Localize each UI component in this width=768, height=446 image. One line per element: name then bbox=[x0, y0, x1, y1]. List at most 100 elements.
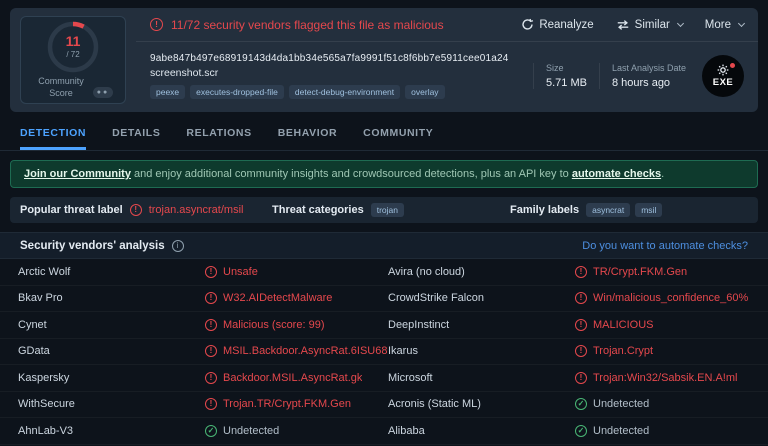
vendor-name: DeepInstinct bbox=[388, 319, 575, 331]
popular-threat-label-value[interactable]: trojan.asyncrat/msil bbox=[149, 204, 244, 216]
family-label-tags: asyncrat msil bbox=[586, 203, 662, 217]
file-tags: peexe executes-dropped-file detect-debug-e… bbox=[150, 85, 521, 99]
vendor-name: GData bbox=[18, 345, 205, 357]
detection-result-text: Unsafe bbox=[223, 266, 258, 278]
detection-result: ✓Undetected bbox=[575, 425, 750, 437]
file-type-label: EXE bbox=[713, 77, 734, 88]
check-icon: ✓ bbox=[575, 398, 587, 410]
file-tag-detect-debug-environment[interactable]: detect-debug-environment bbox=[289, 85, 400, 99]
check-icon: ✓ bbox=[205, 425, 217, 437]
gear-icon bbox=[717, 64, 729, 76]
detection-result-text: Backdoor.MSIL.AsyncRat.gk bbox=[223, 372, 362, 384]
vendor-table: Arctic Wolf!UnsafeAvira (no cloud)!TR/Cr… bbox=[0, 259, 768, 445]
table-row: AhnLab-V3✓UndetectedAlibaba✓Undetected bbox=[0, 418, 768, 445]
category-tag-trojan[interactable]: trojan bbox=[371, 203, 404, 217]
vendor-name: Kaspersky bbox=[18, 372, 205, 384]
detection-result-text: W32.AIDetectMalware bbox=[223, 292, 332, 304]
warning-icon: ! bbox=[205, 319, 217, 331]
warning-icon: ! bbox=[150, 18, 163, 31]
analysis-title: Security vendors' analysis bbox=[20, 240, 165, 252]
detection-result-text: Undetected bbox=[223, 425, 279, 437]
table-row: Kaspersky! Backdoor.MSIL.AsyncRat.gk Micro… bbox=[0, 365, 768, 392]
table-row: Cynet!Malicious (score: 99)DeepInstinct!… bbox=[0, 312, 768, 339]
warning-icon: ! bbox=[205, 345, 217, 357]
detection-result: ! Unsafe bbox=[205, 266, 388, 278]
community-votes-widget: ●● bbox=[93, 87, 113, 98]
more-button[interactable]: More bbox=[705, 19, 744, 31]
analysis-header: Security vendors' analysis i Do you want… bbox=[0, 232, 768, 259]
family-tag-msil[interactable]: msil bbox=[635, 203, 662, 217]
detection-result-text: MALICIOUS bbox=[593, 319, 654, 331]
file-tag-executes-dropped-file[interactable]: executes-dropped-file bbox=[190, 85, 284, 99]
detection-result: ! Trojan.Crypt bbox=[575, 345, 750, 357]
tab-bar: DETECTION DETAILS RELATIONS BEHAVIOR COMMUNI… bbox=[0, 118, 768, 151]
popular-threat-label-group: Popular threat label ! trojan.asyncrat/m… bbox=[20, 204, 272, 216]
vendor-name: Avira (no cloud) bbox=[388, 266, 575, 278]
detection-score-gauge: 11 / 72 bbox=[47, 21, 99, 73]
warning-icon: ! bbox=[205, 398, 217, 410]
tab-community[interactable]: COMMUNITY bbox=[363, 118, 433, 150]
detection-result-text: Trojan:Win32/Sabsik.EN.A!ml bbox=[593, 372, 737, 384]
virustotal-report-page: 11 / 72 Community Score ●● ! 11/72 secur… bbox=[0, 8, 768, 445]
detection-result-text: Trojan.Crypt bbox=[593, 345, 653, 357]
warning-icon: ! bbox=[575, 292, 587, 304]
reanalyze-button[interactable]: Reanalyze bbox=[521, 18, 593, 31]
detection-result-text: TR/Crypt.FKM.Gen bbox=[593, 266, 687, 278]
detection-result: ! Trojan:Win32/Sabsik.EN.A!ml bbox=[575, 372, 750, 384]
table-row: WithSecure!Trojan.TR/Crypt.FKM.GenAcroni… bbox=[0, 392, 768, 419]
last-analysis-date: Last Analysis Date 8 hours ago bbox=[599, 63, 686, 89]
join-community-link[interactable]: Join our Community bbox=[24, 168, 131, 180]
detections-total: / 72 bbox=[66, 50, 79, 59]
file-summary-card: 11 / 72 Community Score ●● ! 11/72 secur… bbox=[10, 8, 758, 112]
info-icon[interactable]: i bbox=[172, 240, 184, 252]
automate-checks-link[interactable]: automate checks bbox=[572, 168, 661, 180]
detection-result-text: MSIL.Backdoor.AsyncRat.6ISU68 bbox=[223, 345, 387, 357]
red-dot-icon bbox=[730, 63, 735, 68]
warning-icon: ! bbox=[205, 372, 217, 384]
vendor-name: Alibaba bbox=[388, 425, 575, 437]
tab-detection[interactable]: DETECTION bbox=[20, 118, 86, 150]
detection-result: ! Malicious (score: 99) bbox=[205, 319, 388, 331]
file-tag-peexe[interactable]: peexe bbox=[150, 85, 185, 99]
tab-behavior[interactable]: BEHAVIOR bbox=[278, 118, 337, 150]
tab-details[interactable]: DETAILS bbox=[112, 118, 160, 150]
vendor-name: WithSecure bbox=[18, 398, 205, 410]
community-banner: Join our Community and enjoy additional … bbox=[10, 160, 758, 188]
detection-result: !W32.AIDetectMalware bbox=[205, 292, 388, 304]
detection-result-text: Malicious (score: 99) bbox=[223, 319, 324, 331]
detection-alert-bar: ! 11/72 security vendors flagged this fi… bbox=[136, 8, 758, 42]
tab-relations[interactable]: RELATIONS bbox=[186, 118, 251, 150]
vendor-name: Ikarus bbox=[388, 345, 575, 357]
file-type-exe-badge: EXE bbox=[702, 55, 744, 97]
warning-icon: ! bbox=[205, 266, 217, 278]
vendor-name: AhnLab-V3 bbox=[18, 425, 205, 437]
table-row: GData! MSIL.Backdoor.AsyncRat.6ISU68Ikaru… bbox=[0, 339, 768, 366]
automate-checks-question-link[interactable]: Do you want to automate checks? bbox=[582, 240, 748, 252]
refresh-icon bbox=[521, 18, 534, 31]
table-row: Bkav Pro!W32.AIDetectMalwareCrowdStrike … bbox=[0, 286, 768, 313]
detection-result-text: Undetected bbox=[593, 398, 649, 410]
vendor-name: Bkav Pro bbox=[18, 292, 205, 304]
detections-count: 11 bbox=[66, 34, 81, 48]
file-name: screenshot.scr bbox=[150, 67, 521, 79]
warning-icon: ! bbox=[575, 319, 587, 331]
community-score-label: Community Score bbox=[33, 76, 89, 99]
file-tag-overlay[interactable]: overlay bbox=[405, 85, 444, 99]
detection-result: !TR/Crypt.FKM.Gen bbox=[575, 266, 750, 278]
warning-icon: ! bbox=[575, 345, 587, 357]
header-actions: Reanalyze Similar More bbox=[521, 18, 744, 31]
detection-result: ✓ Undetected bbox=[575, 398, 750, 410]
detection-result: ! Backdoor.MSIL.AsyncRat.gk bbox=[205, 372, 388, 384]
detection-result-text: Trojan.TR/Crypt.FKM.Gen bbox=[223, 398, 351, 410]
threat-info-bar: Popular threat label ! trojan.asyncrat/m… bbox=[10, 197, 758, 223]
chevron-down-icon bbox=[677, 20, 684, 27]
vendor-name: Microsoft bbox=[388, 372, 575, 384]
vendor-name: Arctic Wolf bbox=[18, 266, 205, 278]
warning-icon: ! bbox=[575, 372, 587, 384]
chevron-down-icon bbox=[738, 20, 745, 27]
banner-text: and enjoy additional community insights … bbox=[131, 168, 572, 180]
file-hash: 9abe847b497e68919143d4da1bb34e565a7fa999… bbox=[150, 53, 521, 64]
family-tag-asyncrat[interactable]: asyncrat bbox=[586, 203, 630, 217]
detection-result: ! Trojan.TR/Crypt.FKM.Gen bbox=[205, 398, 388, 410]
similar-button[interactable]: Similar bbox=[616, 19, 683, 31]
